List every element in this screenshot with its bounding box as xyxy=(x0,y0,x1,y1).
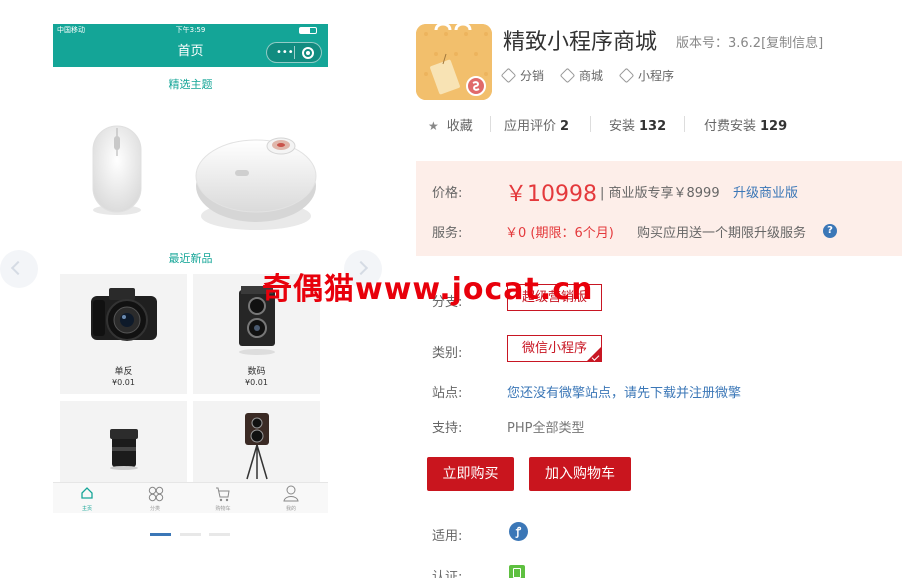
cart-icon xyxy=(216,487,230,502)
divider xyxy=(490,116,491,132)
product-price: ¥0.01 xyxy=(245,378,268,387)
app-title: 精致小程序商城 xyxy=(503,30,658,55)
support-label: 支持: xyxy=(432,421,463,436)
tag-label: 小程序 xyxy=(638,69,675,83)
status-bar: 中国移动 下午3:59 xyxy=(53,24,328,37)
rating-stat[interactable]: 应用评价 2 xyxy=(504,115,569,134)
site-label: 站点: xyxy=(432,386,463,401)
star-icon: ★ xyxy=(428,119,439,133)
dslr-camera-image xyxy=(91,288,157,341)
install-stat: 安装 132 xyxy=(609,115,666,134)
home-icon xyxy=(81,487,93,499)
favorite-label: 收藏 xyxy=(446,119,473,134)
carousel-dot-active[interactable] xyxy=(150,533,171,536)
carousel-dot[interactable] xyxy=(209,533,230,536)
support-value: PHP全部类型 xyxy=(507,421,585,436)
product-card[interactable]: 单反 ¥0.01 xyxy=(60,274,187,394)
chevron-left-icon xyxy=(10,260,26,276)
price-panel: 价格: ￥10998 | 商业版专享￥8999 升级商业版 服务: ￥0 (期限… xyxy=(416,161,902,256)
shopping-bag-icon xyxy=(416,24,492,100)
category-value: 微信小程序 xyxy=(522,341,588,356)
certified-icon xyxy=(509,565,525,578)
site-register-link[interactable]: 您还没有微擎站点，请先下载并注册微擎 xyxy=(507,382,741,401)
category-option-selected[interactable]: 微信小程序 xyxy=(507,335,603,362)
product-card[interactable] xyxy=(193,401,320,482)
more-icon[interactable]: ••• xyxy=(276,46,294,60)
capsule-divider xyxy=(294,46,295,59)
status-time: 下午3:59 xyxy=(175,26,206,34)
upgrade-link[interactable]: 升级商业版 xyxy=(733,182,798,201)
install-label: 安装 xyxy=(609,119,636,134)
divider xyxy=(684,116,685,132)
featured-section-title: 精选主题 xyxy=(168,78,213,91)
rating-value: 2 xyxy=(560,119,570,134)
product-price: ¥0.01 xyxy=(112,378,135,387)
applies-label: 适用: xyxy=(432,529,463,544)
battery-icon xyxy=(299,27,317,34)
tag-label: 分销 xyxy=(520,69,545,83)
service-text: 购买应用送一个期限升级服务 xyxy=(637,226,807,241)
app-version[interactable]: 版本号：3.6.2[复制信息] xyxy=(676,32,823,51)
product-card[interactable] xyxy=(60,401,187,482)
tab-cart[interactable]: 购物车 xyxy=(189,483,257,513)
cert-label: 认证: xyxy=(432,570,463,578)
category-label: 类别: xyxy=(432,346,463,361)
rating-label: 应用评价 xyxy=(504,119,557,134)
install-value: 132 xyxy=(639,119,667,134)
paid-install-label: 付费安装 xyxy=(704,119,757,134)
app-icon xyxy=(416,24,492,100)
buy-now-button[interactable]: 立即购买 xyxy=(427,457,514,491)
watermark-text: 奇偶猫www.jocat.cn xyxy=(262,272,594,307)
certified-icon-inner xyxy=(513,568,521,578)
add-to-cart-button[interactable]: 加入购物车 xyxy=(529,457,631,491)
tag-icon xyxy=(500,67,517,84)
favorite-button[interactable]: ★ 收藏 xyxy=(428,115,473,134)
camera-lens-image xyxy=(110,429,138,470)
tag-icon xyxy=(618,67,635,84)
service-label: 服务: xyxy=(432,226,463,241)
carousel-prev-button[interactable] xyxy=(0,250,38,288)
user-icon xyxy=(283,485,299,502)
service-value: ￥0 (期限：6个月) xyxy=(505,226,614,241)
tab-home[interactable]: 主页 xyxy=(53,483,121,513)
tab-label: 分类 xyxy=(149,506,160,512)
product-name: 数码 xyxy=(247,367,266,377)
robot-vacuum-image[interactable] xyxy=(191,124,318,236)
help-icon[interactable]: ? xyxy=(823,224,837,238)
tab-label: 购物车 xyxy=(215,506,231,512)
tag-item[interactable]: 小程序 xyxy=(618,67,675,84)
platform-icon: ꝭ xyxy=(509,522,528,541)
tag-item[interactable]: 商城 xyxy=(559,67,604,84)
tab-label: 我的 xyxy=(285,506,296,512)
close-mini-program-icon[interactable] xyxy=(302,47,314,59)
vintage-camera-image xyxy=(245,413,269,480)
tab-profile[interactable]: 我的 xyxy=(257,483,325,513)
paid-install-stat: 付费安装 129 xyxy=(704,115,787,134)
tab-label: 主页 xyxy=(81,506,92,512)
product-name: 单反 xyxy=(114,367,133,377)
tab-bar: 主页 分类 购物车 我的 xyxy=(53,482,328,513)
mouse-image[interactable] xyxy=(88,122,146,218)
nav-bar: 首页 ••• xyxy=(53,37,328,67)
tag-label: 商城 xyxy=(579,69,604,83)
pro-price-text: | 商业版专享￥8999 xyxy=(600,186,720,201)
carousel-dot[interactable] xyxy=(180,533,201,536)
category-icon xyxy=(148,486,164,502)
tag-icon xyxy=(559,67,576,84)
price-value: ￥10998 xyxy=(505,182,597,207)
mini-program-capsule[interactable]: ••• xyxy=(266,42,322,63)
paid-install-value: 129 xyxy=(760,119,788,134)
price-label: 价格: xyxy=(432,186,463,201)
tag-item[interactable]: 分销 xyxy=(500,67,545,84)
divider xyxy=(590,116,591,132)
tab-category[interactable]: 分类 xyxy=(121,483,189,513)
